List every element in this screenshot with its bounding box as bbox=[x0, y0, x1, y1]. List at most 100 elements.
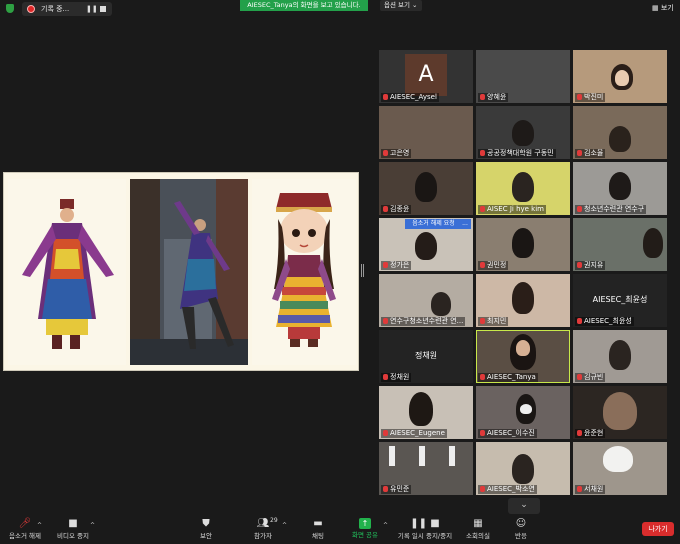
participant-tile[interactable]: 서채원 bbox=[573, 442, 667, 495]
participant-tile[interactable]: 권민정 bbox=[476, 218, 570, 271]
muted-mic-icon bbox=[383, 430, 388, 436]
muted-mic-icon bbox=[383, 318, 388, 324]
shield-icon: ⛊ bbox=[202, 518, 210, 529]
participant-tile[interactable]: AIESEC_이수진 bbox=[476, 386, 570, 439]
participant-display-name: AIESEC_최윤성 bbox=[592, 295, 648, 304]
view-options-button[interactable]: 옵션 보기 ⌄ bbox=[380, 0, 422, 11]
participants-count: 29 bbox=[270, 517, 278, 524]
participant-name: 박진미 bbox=[575, 93, 606, 102]
participants-label: 참가자 bbox=[254, 532, 272, 540]
participant-tile[interactable]: AIESEC_박소연 bbox=[476, 442, 570, 495]
share-screen-label: 화면 공유 bbox=[352, 531, 378, 539]
muted-mic-icon bbox=[480, 486, 485, 492]
panel-splitter-handle[interactable] bbox=[361, 264, 364, 277]
muted-mic-icon bbox=[480, 318, 485, 324]
ikat-dress-photo-2 bbox=[130, 179, 248, 365]
scroll-down-button[interactable]: ⌄ bbox=[508, 498, 540, 514]
share-screen-icon: ↑ bbox=[359, 518, 371, 529]
muted-mic-icon bbox=[577, 262, 582, 268]
participant-tile[interactable]: 박진미 bbox=[573, 50, 667, 103]
leave-meeting-button[interactable]: 나가기 bbox=[642, 522, 674, 536]
participant-name: 서채원 bbox=[575, 485, 606, 494]
muted-mic-icon bbox=[577, 374, 582, 380]
muted-mic-icon bbox=[383, 94, 388, 100]
participant-name: 정채원 bbox=[381, 373, 412, 382]
more-options-button[interactable]: ... bbox=[459, 219, 471, 229]
stop-video-button[interactable]: ■ 비디오 중지 bbox=[54, 518, 92, 541]
participant-tile[interactable]: AIESEC_최윤성 AIESEC_최윤성 bbox=[573, 274, 667, 327]
participant-name: AIESEC_Eugene bbox=[381, 429, 447, 438]
participant-tile[interactable]: 연수구청소년수련관 연... bbox=[379, 274, 473, 327]
pause-stop-recording-button[interactable]: ❚❚ ■ 기록 일시 중지/중지 bbox=[394, 518, 456, 541]
participant-tile[interactable]: 윤준현 bbox=[573, 386, 667, 439]
muted-mic-icon bbox=[480, 430, 485, 436]
breakout-rooms-button[interactable]: ▦ 소회의실 bbox=[462, 518, 494, 541]
participant-name: AIESEC_박소연 bbox=[478, 485, 537, 494]
participant-tile[interactable]: 유민준 bbox=[379, 442, 473, 495]
unmute-label: 음소거 해제 bbox=[9, 532, 41, 540]
participant-name: 권지유 bbox=[575, 261, 606, 270]
muted-mic-icon bbox=[577, 206, 582, 212]
muted-mic-icon bbox=[577, 318, 582, 324]
recording-indicator: 기록 중... ❚❚ bbox=[22, 2, 112, 16]
participant-name: 유민준 bbox=[381, 485, 412, 494]
breakout-rooms-icon: ▦ bbox=[473, 518, 483, 529]
participant-name: AIESEC_이수진 bbox=[478, 429, 537, 438]
top-bar: 기록 중... ❚❚ AIESEC_Tanya의 화면을 보고 있습니다. 옵션… bbox=[0, 0, 680, 18]
reactions-label: 반응 bbox=[515, 532, 527, 540]
participants-caret-icon[interactable]: ^ bbox=[282, 522, 287, 529]
participant-tile[interactable]: AISEC Ji hye kim bbox=[476, 162, 570, 215]
participant-name: AIESEC_Tanya bbox=[478, 373, 538, 382]
participant-name: 윤준현 bbox=[575, 429, 606, 438]
reactions-button[interactable]: ☺ 반응 bbox=[508, 518, 534, 541]
participant-tile[interactable]: A AIESEC_Aysel bbox=[379, 50, 473, 103]
muted-mic-icon bbox=[480, 374, 485, 380]
participant-name: 김규빈 bbox=[575, 373, 606, 382]
participant-tile[interactable]: 김소율 bbox=[573, 106, 667, 159]
security-label: 보안 bbox=[200, 532, 212, 540]
participant-name: AISEC Ji hye kim bbox=[478, 205, 546, 214]
grid-view-button[interactable]: ▦ 보기 bbox=[652, 3, 674, 13]
participant-display-name: 정채원 bbox=[414, 351, 438, 360]
participant-tile-active-speaker[interactable]: AIESEC_Tanya bbox=[476, 330, 570, 383]
security-shield-icon[interactable] bbox=[6, 4, 14, 13]
unmute-request-button[interactable]: 음소거 해제 요청 bbox=[405, 219, 462, 229]
participant-tile[interactable]: 김종윤 bbox=[379, 162, 473, 215]
stop-video-label: 비디오 중지 bbox=[57, 532, 89, 540]
participant-tile[interactable]: 권지유 bbox=[573, 218, 667, 271]
pause-recording-icon[interactable]: ❚❚ bbox=[86, 5, 98, 13]
video-options-caret-icon[interactable]: ^ bbox=[90, 522, 95, 529]
participant-name: AIESEC_최윤성 bbox=[575, 317, 634, 326]
muted-mic-icon bbox=[383, 150, 388, 156]
participant-name: 연수구청소년수련관 연... bbox=[381, 317, 466, 326]
chat-button[interactable]: ▬ 채팅 bbox=[304, 518, 332, 541]
participant-tile[interactable]: 공공정책대학원 구동민 bbox=[476, 106, 570, 159]
muted-mic-icon bbox=[383, 206, 388, 212]
participant-tile[interactable]: 최지민 bbox=[476, 274, 570, 327]
audio-options-caret-icon[interactable]: ^ bbox=[37, 522, 42, 529]
chat-label: 채팅 bbox=[312, 532, 324, 540]
grid-icon: ▦ bbox=[652, 4, 659, 12]
video-camera-icon: ■ bbox=[68, 518, 78, 529]
muted-mic-icon bbox=[577, 430, 582, 436]
ikat-dress-photo-1 bbox=[8, 179, 126, 365]
avatar: A bbox=[405, 54, 447, 96]
muted-mic-icon bbox=[577, 94, 582, 100]
smile-reaction-icon: ☺ bbox=[515, 518, 527, 529]
share-screen-button[interactable]: ↑ 화면 공유 bbox=[348, 518, 382, 540]
breakout-rooms-label: 소회의실 bbox=[466, 532, 490, 540]
share-options-caret-icon[interactable]: ^ bbox=[383, 522, 388, 529]
participant-tile[interactable]: 고은영 bbox=[379, 106, 473, 159]
recording-label: 기록 중... bbox=[41, 5, 70, 13]
security-button[interactable]: ⛊ 보안 bbox=[192, 518, 220, 541]
participant-tile[interactable]: 양혜윤 bbox=[476, 50, 570, 103]
participant-tile[interactable]: AIESEC_Eugene bbox=[379, 386, 473, 439]
share-banner: AIESEC_Tanya의 화면을 보고 있습니다. bbox=[240, 0, 368, 11]
participant-tile[interactable]: 김규빈 bbox=[573, 330, 667, 383]
muted-mic-icon bbox=[577, 486, 582, 492]
muted-mic-icon bbox=[480, 94, 485, 100]
participant-name: 양혜윤 bbox=[478, 93, 509, 102]
participant-tile[interactable]: 정채원 정채원 bbox=[379, 330, 473, 383]
stop-recording-icon[interactable] bbox=[100, 6, 106, 12]
participant-tile[interactable]: 청소년수련관 연수구 bbox=[573, 162, 667, 215]
